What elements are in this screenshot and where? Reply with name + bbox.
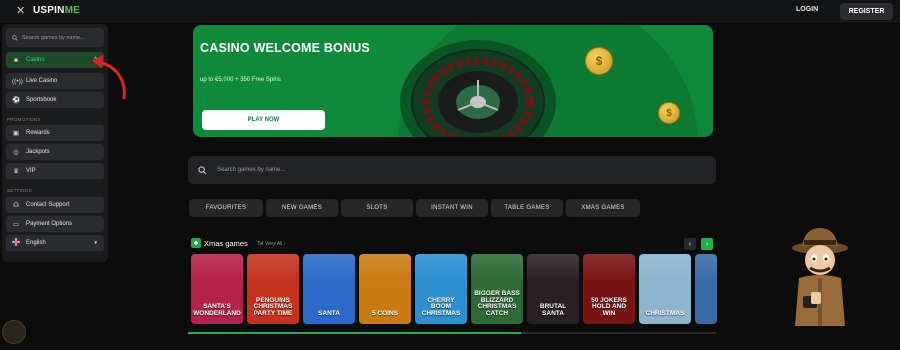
gift-icon: ▣ xyxy=(12,130,20,137)
game-card[interactable]: BIGGER BASS BLIZZARD CHRISTMAS CATCH xyxy=(471,254,523,324)
roulette-wheel-icon xyxy=(400,40,556,137)
carousel-next-button[interactable]: › xyxy=(701,238,713,250)
card-icon: ▭ xyxy=(12,221,20,228)
language-selector[interactable]: English ▾ xyxy=(6,235,104,251)
avatar[interactable] xyxy=(2,320,26,344)
carousel-prev-button[interactable]: ‹ xyxy=(684,238,696,250)
search-icon xyxy=(198,165,207,174)
sidebar-search-input[interactable]: Search games by name... xyxy=(6,28,104,47)
detective-mascot-icon xyxy=(792,228,848,326)
coin-icon: $ xyxy=(585,47,613,75)
play-now-button[interactable]: PLAY NOW xyxy=(202,110,325,130)
sidebar-item-jackpots[interactable]: ◎ Jackpots xyxy=(6,144,104,160)
search-icon xyxy=(12,34,18,41)
sidebar-item-vip[interactable]: ♛ VIP xyxy=(6,163,104,179)
sidebar-item-label: Live Casino xyxy=(26,78,58,84)
close-icon[interactable]: ✕ xyxy=(16,4,25,17)
tab-new-games[interactable]: NEW GAMES xyxy=(266,199,338,217)
carousel-progress-fill xyxy=(188,332,521,334)
game-title: 5 COINS xyxy=(371,310,398,318)
carousel-progress[interactable] xyxy=(188,332,716,334)
section-label-settings: SETTINGS xyxy=(7,188,32,193)
game-card[interactable]: 5 COINS xyxy=(359,254,411,324)
game-card[interactable]: 50 JOKERS HOLD AND WIN xyxy=(583,254,635,324)
sidebar-item-label: Payment Options xyxy=(26,221,73,227)
register-button[interactable]: REGISTER xyxy=(840,3,893,20)
game-card[interactable]: CHRISTMAS xyxy=(639,254,691,324)
game-title: CHRISTMAS xyxy=(645,310,685,318)
main-search-input[interactable]: Search games by name... xyxy=(188,156,716,184)
game-title: PENGUINS CHRISTMAS PARTY TIME xyxy=(253,296,293,318)
chevron-down-icon: ▾ xyxy=(94,240,97,246)
logo-main: USPIN xyxy=(33,5,65,16)
sidebar-item-label: English xyxy=(26,240,46,246)
game-card[interactable] xyxy=(695,254,717,324)
welcome-bonus-banner[interactable]: $ $ CASINO WELCOME BONUS up to €5,000 + … xyxy=(193,25,713,137)
chevron-right-icon: › xyxy=(283,241,286,247)
section-title: Xmas games xyxy=(204,239,248,248)
sidebar-item-label: VIP xyxy=(26,168,36,174)
main-search-placeholder: Search games by name... xyxy=(217,167,286,173)
tab-instant-win[interactable]: INSTANT WIN xyxy=(416,199,488,217)
sidebar-item-label: Sportsbook xyxy=(26,97,57,103)
logo-accent: ME xyxy=(64,5,80,16)
game-card[interactable]: CHERRY BOOM CHRISTMAS xyxy=(415,254,467,324)
top-bar: ✕ USPINME LOGIN REGISTER xyxy=(0,0,900,22)
clover-icon: ♣ xyxy=(13,56,19,64)
game-title: BRUTAL SANTA xyxy=(539,303,567,318)
sidebar-item-label: Rewards xyxy=(26,130,50,136)
game-card[interactable]: BRUTAL SANTA xyxy=(527,254,579,324)
login-button[interactable]: LOGIN xyxy=(796,6,818,13)
site-logo[interactable]: USPINME xyxy=(33,5,80,16)
banner-title: CASINO WELCOME BONUS xyxy=(200,41,370,55)
game-title: CHERRY BOOM CHRISTMAS xyxy=(421,296,461,318)
tab-favourites[interactable]: FAVOURITES xyxy=(189,199,263,217)
banner-subtitle: up to €5,000 + 350 Free Spins xyxy=(200,77,281,83)
coin-icon: $ xyxy=(658,102,680,124)
tab-slots[interactable]: SLOTS xyxy=(341,199,413,217)
game-title: BIGGER BASS BLIZZARD CHRISTMAS CATCH xyxy=(474,289,520,318)
game-title: SANTA xyxy=(318,310,340,318)
live-icon: ((•)) xyxy=(12,77,23,85)
sidebar-item-payment-options[interactable]: ▭ Payment Options xyxy=(6,216,104,232)
coins-icon: ◎ xyxy=(13,149,19,156)
sidebar-item-contact-support[interactable]: ☊ Contact Support xyxy=(6,197,104,213)
game-card[interactable]: PENGUINS CHRISTMAS PARTY TIME xyxy=(247,254,299,324)
ball-icon: ⚽ xyxy=(12,97,21,104)
headset-icon: ☊ xyxy=(13,202,19,209)
sidebar-item-label: Jackpots xyxy=(26,149,50,155)
sidebar-search-placeholder: Search games by name... xyxy=(22,34,85,41)
game-card[interactable]: SANTA xyxy=(303,254,355,324)
sidebar-item-label: Casino xyxy=(26,57,45,63)
view-all-link[interactable]: 54 View All › xyxy=(258,241,285,247)
annotation-arrow-icon xyxy=(92,55,126,100)
tree-icon: ♣ xyxy=(191,238,201,248)
crown-icon: ♛ xyxy=(13,168,19,175)
sidebar-item-rewards[interactable]: ▣ Rewards xyxy=(6,125,104,141)
sidebar-item-label: Contact Support xyxy=(26,202,70,208)
uk-flag-icon xyxy=(12,238,20,248)
section-label-promotions: PROMOTIONS xyxy=(7,117,41,122)
tab-xmas-games[interactable]: XMAS GAMES xyxy=(566,199,640,217)
game-title: SANTA'S WONDERLAND xyxy=(193,303,241,318)
game-card[interactable]: SANTA'S WONDERLAND xyxy=(191,254,243,324)
tab-table-games[interactable]: TABLE GAMES xyxy=(491,199,563,217)
game-title: 50 JOKERS HOLD AND WIN xyxy=(591,296,627,318)
view-all-label: 54 View All xyxy=(258,241,283,247)
